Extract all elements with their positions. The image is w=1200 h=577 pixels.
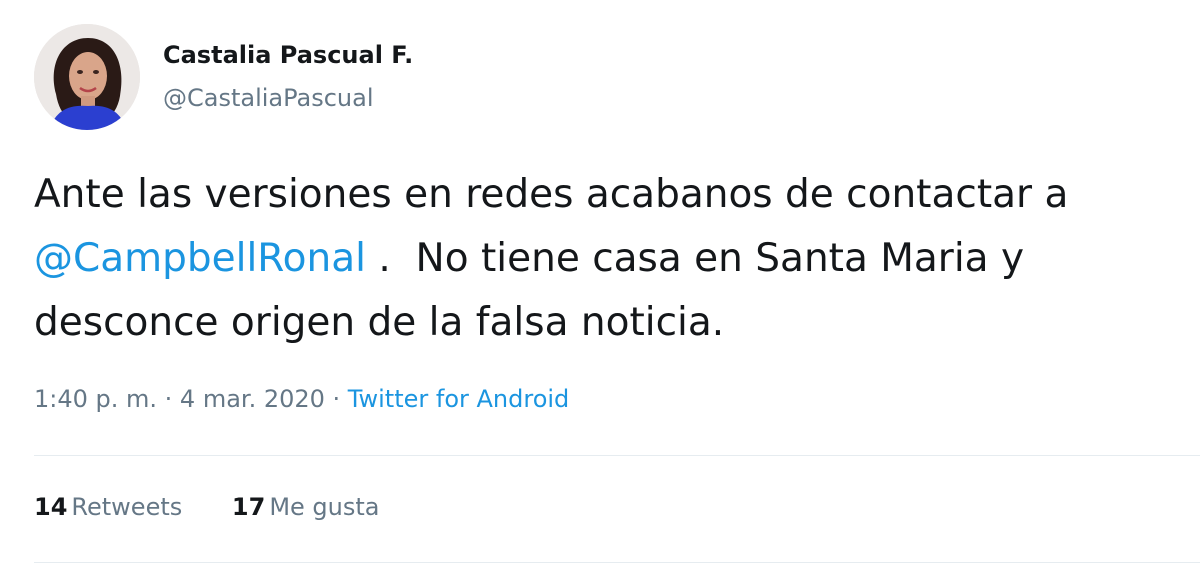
likes-label: Me gusta bbox=[269, 493, 380, 521]
retweets-count: 14 bbox=[34, 493, 68, 521]
meta-separator: · bbox=[157, 385, 180, 413]
tweet-text-line: desconce origen de la falsa noticia. bbox=[34, 300, 725, 345]
divider bbox=[34, 455, 1200, 456]
author-display-name[interactable]: Castalia Pascual F. bbox=[163, 41, 413, 69]
profile-photo-icon bbox=[34, 24, 140, 130]
tweet-source-link[interactable]: Twitter for Android bbox=[348, 385, 569, 413]
avatar[interactable] bbox=[34, 24, 140, 130]
likes-count: 17 bbox=[231, 493, 266, 521]
retweets-stat[interactable]: 14 Retweets bbox=[34, 493, 182, 521]
divider bbox=[34, 562, 1200, 563]
retweets-label: Retweets bbox=[71, 493, 183, 521]
tweet-text-line: Ante las versiones en redes acabanos de … bbox=[34, 172, 1069, 217]
author-handle[interactable]: @CastaliaPascual bbox=[163, 84, 374, 112]
tweet-time[interactable]: 1:40 p. m. bbox=[34, 385, 157, 413]
mention-link[interactable]: @CampbellRonal bbox=[34, 236, 366, 281]
tweet-card: Castalia Pascual F. @CastaliaPascual Ant… bbox=[0, 0, 1200, 577]
engagement-stats: 14 Retweets 17 Me gusta bbox=[34, 493, 421, 521]
meta-separator: · bbox=[324, 385, 348, 413]
tweet-text-fragment: . No tiene casa en Santa Maria y bbox=[365, 236, 1025, 281]
tweet-date[interactable]: 4 mar. 2020 bbox=[180, 385, 325, 413]
tweet-metadata: 1:40 p. m. · 4 mar. 2020 · Twitter for A… bbox=[34, 385, 569, 413]
tweet-text: Ante las versiones en redes acabanos de … bbox=[34, 163, 1194, 355]
tweet-text-line: @CampbellRonal . No tiene casa en Santa … bbox=[34, 227, 1194, 291]
likes-stat[interactable]: 17 Me gusta bbox=[232, 493, 380, 521]
